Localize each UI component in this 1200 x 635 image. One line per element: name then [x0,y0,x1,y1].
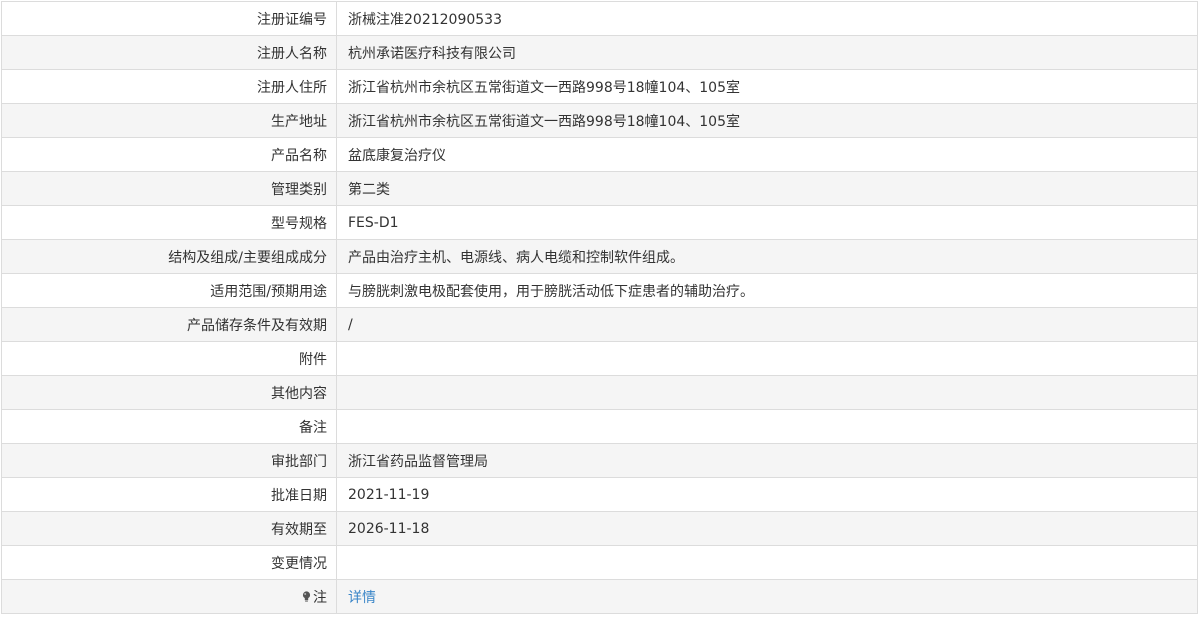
table-row: 批准日期 2021-11-19 [1,477,1198,512]
row-label: 型号规格 [1,205,337,240]
table-row: 管理类别 第二类 [1,171,1198,206]
note-label-cell: 注 [1,579,337,614]
row-label: 产品名称 [1,137,337,172]
row-value: 盆底康复治疗仪 [336,137,1198,172]
row-value [336,409,1198,444]
row-label: 备注 [1,409,337,444]
table-row: 注册证编号 浙械注准20212090533 [1,1,1198,36]
row-label: 管理类别 [1,171,337,206]
row-label: 其他内容 [1,375,337,410]
row-value [336,341,1198,376]
row-value: 第二类 [336,171,1198,206]
row-value: 2021-11-19 [336,477,1198,512]
table-row: 注册人住所 浙江省杭州市余杭区五常街道文一西路998号18幢104、105室 [1,69,1198,104]
row-value: 浙械注准20212090533 [336,1,1198,36]
table-row: 生产地址 浙江省杭州市余杭区五常街道文一西路998号18幢104、105室 [1,103,1198,138]
details-link[interactable]: 详情 [348,590,376,606]
row-value: 浙江省杭州市余杭区五常街道文一西路998号18幢104、105室 [336,69,1198,104]
row-label: 注册人住所 [1,69,337,104]
row-value: 产品由治疗主机、电源线、病人电缆和控制软件组成。 [336,239,1198,274]
row-label: 有效期至 [1,511,337,546]
row-value: / [336,307,1198,342]
row-value: 浙江省杭州市余杭区五常街道文一西路998号18幢104、105室 [336,103,1198,138]
lightbulb-icon [302,590,311,602]
row-label: 结构及组成/主要组成成分 [1,239,337,274]
row-label: 变更情况 [1,545,337,580]
note-label: 注 [313,589,327,606]
row-value: 浙江省药品监督管理局 [336,443,1198,478]
row-label: 产品储存条件及有效期 [1,307,337,342]
row-value: 2026-11-18 [336,511,1198,546]
table-row: 结构及组成/主要组成成分 产品由治疗主机、电源线、病人电缆和控制软件组成。 [1,239,1198,274]
table-row: 适用范围/预期用途 与膀胱刺激电极配套使用，用于膀胱活动低下症患者的辅助治疗。 [1,273,1198,308]
row-label: 适用范围/预期用途 [1,273,337,308]
table-row: 产品名称 盆底康复治疗仪 [1,137,1198,172]
note-value-cell: 详情 [336,579,1198,614]
table-row: 备注 [1,409,1198,444]
table-row: 有效期至 2026-11-18 [1,511,1198,546]
table-row: 变更情况 [1,545,1198,580]
row-value: FES-D1 [336,205,1198,240]
row-value: 与膀胱刺激电极配套使用，用于膀胱活动低下症患者的辅助治疗。 [336,273,1198,308]
table-row: 其他内容 [1,375,1198,410]
row-label: 附件 [1,341,337,376]
row-value [336,545,1198,580]
row-label: 注册证编号 [1,1,337,36]
row-value [336,375,1198,410]
registration-detail-table: 注册证编号 浙械注准20212090533 注册人名称 杭州承诺医疗科技有限公司… [1,1,1198,614]
table-row: 审批部门 浙江省药品监督管理局 [1,443,1198,478]
table-row: 注册人名称 杭州承诺医疗科技有限公司 [1,35,1198,70]
table-row: 产品储存条件及有效期 / [1,307,1198,342]
row-label: 生产地址 [1,103,337,138]
row-label: 审批部门 [1,443,337,478]
table-row: 附件 [1,341,1198,376]
row-label: 批准日期 [1,477,337,512]
table-row: 型号规格 FES-D1 [1,205,1198,240]
row-label: 注册人名称 [1,35,337,70]
table-row-note: 注 详情 [1,579,1198,614]
row-value: 杭州承诺医疗科技有限公司 [336,35,1198,70]
